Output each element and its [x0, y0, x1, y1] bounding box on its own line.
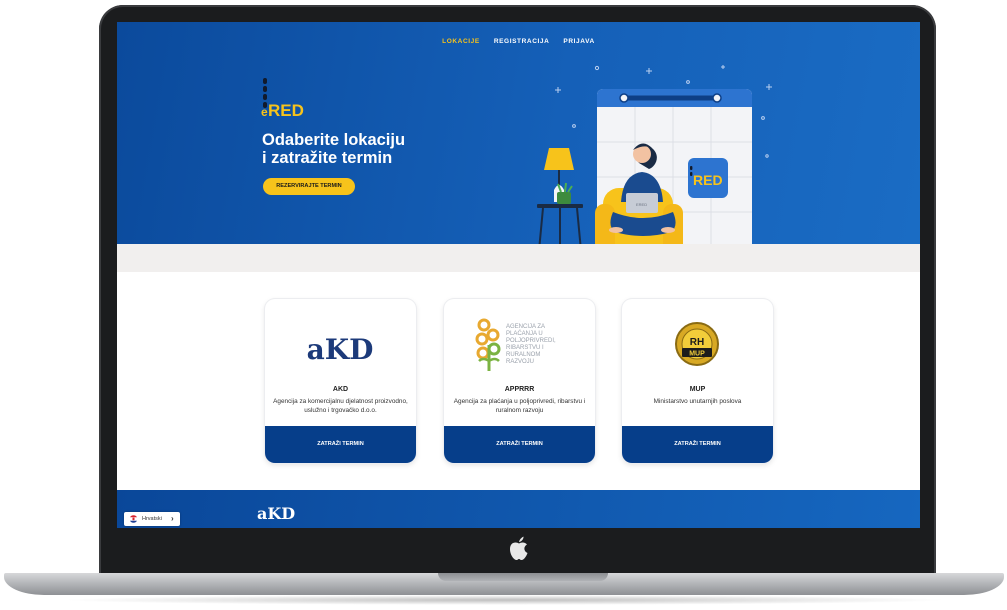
akd-logo: aKD — [307, 333, 374, 366]
chevron-right-icon: › — [171, 514, 174, 523]
top-navigation: LOKACIJE REGISTRACIJA PRIJAVA — [117, 38, 920, 45]
apprrr-logo: AGENCIJA ZA PLAĆANJA U POLJOPRIVREDI, RI… — [475, 318, 556, 371]
location-card-apprrr[interactable]: AGENCIJA ZA PLAĆANJA U POLJOPRIVREDI, RI… — [444, 299, 595, 463]
svg-text:aKD: aKD — [307, 333, 374, 366]
language-selector[interactable]: Hrvatski › — [124, 512, 180, 526]
card-title: APPRRR — [504, 386, 535, 393]
request-term-button-apprrr[interactable]: ZATRAŽI TERMIN — [444, 426, 595, 463]
svg-text:PLAĆANJA U: PLAĆANJA U — [506, 330, 543, 337]
mup-badge-logo: RH MUP — [675, 322, 719, 366]
svg-text:e: e — [261, 105, 268, 118]
hero-floor-strip — [117, 244, 920, 272]
svg-text:POLJOPRIVREDI,: POLJOPRIVREDI, — [506, 338, 556, 344]
hero-section: LOKACIJE REGISTRACIJA PRIJAVA e RED Odab… — [117, 22, 920, 272]
laptop-notch — [438, 573, 608, 581]
card-description: Agencija za komercijalnu djelatnost proi… — [273, 398, 408, 414]
nav-prijava[interactable]: PRIJAVA — [563, 38, 594, 45]
ered-logo[interactable]: e RED — [260, 78, 312, 118]
location-card-akd[interactable]: aKD AKD Agencija za komercijalnu djelatn… — [265, 299, 416, 463]
svg-text:RIBARSTVU I: RIBARSTVU I — [506, 345, 544, 351]
woman-with-laptop-illustration: RED ERED — [536, 65, 772, 272]
calendar-badge-text: RED — [693, 172, 723, 188]
browser-screen: LOKACIJE REGISTRACIJA PRIJAVA e RED Odab… — [117, 22, 920, 528]
svg-text:MUP: MUP — [689, 351, 705, 358]
svg-text:RH: RH — [690, 337, 704, 348]
laptop-shadow — [60, 595, 950, 605]
request-term-button-mup[interactable]: ZATRAŽI TERMIN — [622, 426, 773, 463]
footer: aKD — [117, 490, 920, 528]
location-card-mup[interactable]: RH MUP MUP Ministarstvo unutarnjih poslo… — [622, 299, 773, 463]
reserve-term-button[interactable]: REZERVIRAJTE TERMIN — [263, 178, 355, 195]
ered-logo-text: RED — [268, 101, 304, 118]
laptop-sticker-text: ERED — [636, 202, 647, 207]
svg-text:RURALNOM: RURALNOM — [506, 352, 540, 358]
request-term-button-akd[interactable]: ZATRAŽI TERMIN — [265, 426, 416, 463]
card-title: MUP — [689, 386, 706, 393]
apprrr-plant-icon — [475, 318, 501, 371]
nav-lokacije[interactable]: LOKACIJE — [442, 38, 480, 45]
hero-title: Odaberite lokaciju i zatražite termin — [262, 131, 406, 167]
croatia-flag-icon — [129, 515, 138, 523]
card-title: AKD — [332, 386, 349, 393]
svg-text:RAZVOJU: RAZVOJU — [506, 359, 534, 365]
card-description: Agencija za plaćanja u poljoprivredi, ri… — [453, 398, 586, 414]
card-description: Ministarstvo unutarnjih poslova — [653, 398, 742, 405]
language-label: Hrvatski — [142, 516, 162, 522]
nav-registracija[interactable]: REGISTRACIJA — [494, 38, 550, 45]
footer-akd-logo: aKD — [257, 504, 295, 522]
svg-text:aKD: aKD — [257, 504, 295, 522]
apple-logo-icon — [510, 536, 528, 560]
lamp-icon — [544, 148, 574, 204]
svg-text:AGENCIJA ZA: AGENCIJA ZA — [506, 324, 545, 330]
